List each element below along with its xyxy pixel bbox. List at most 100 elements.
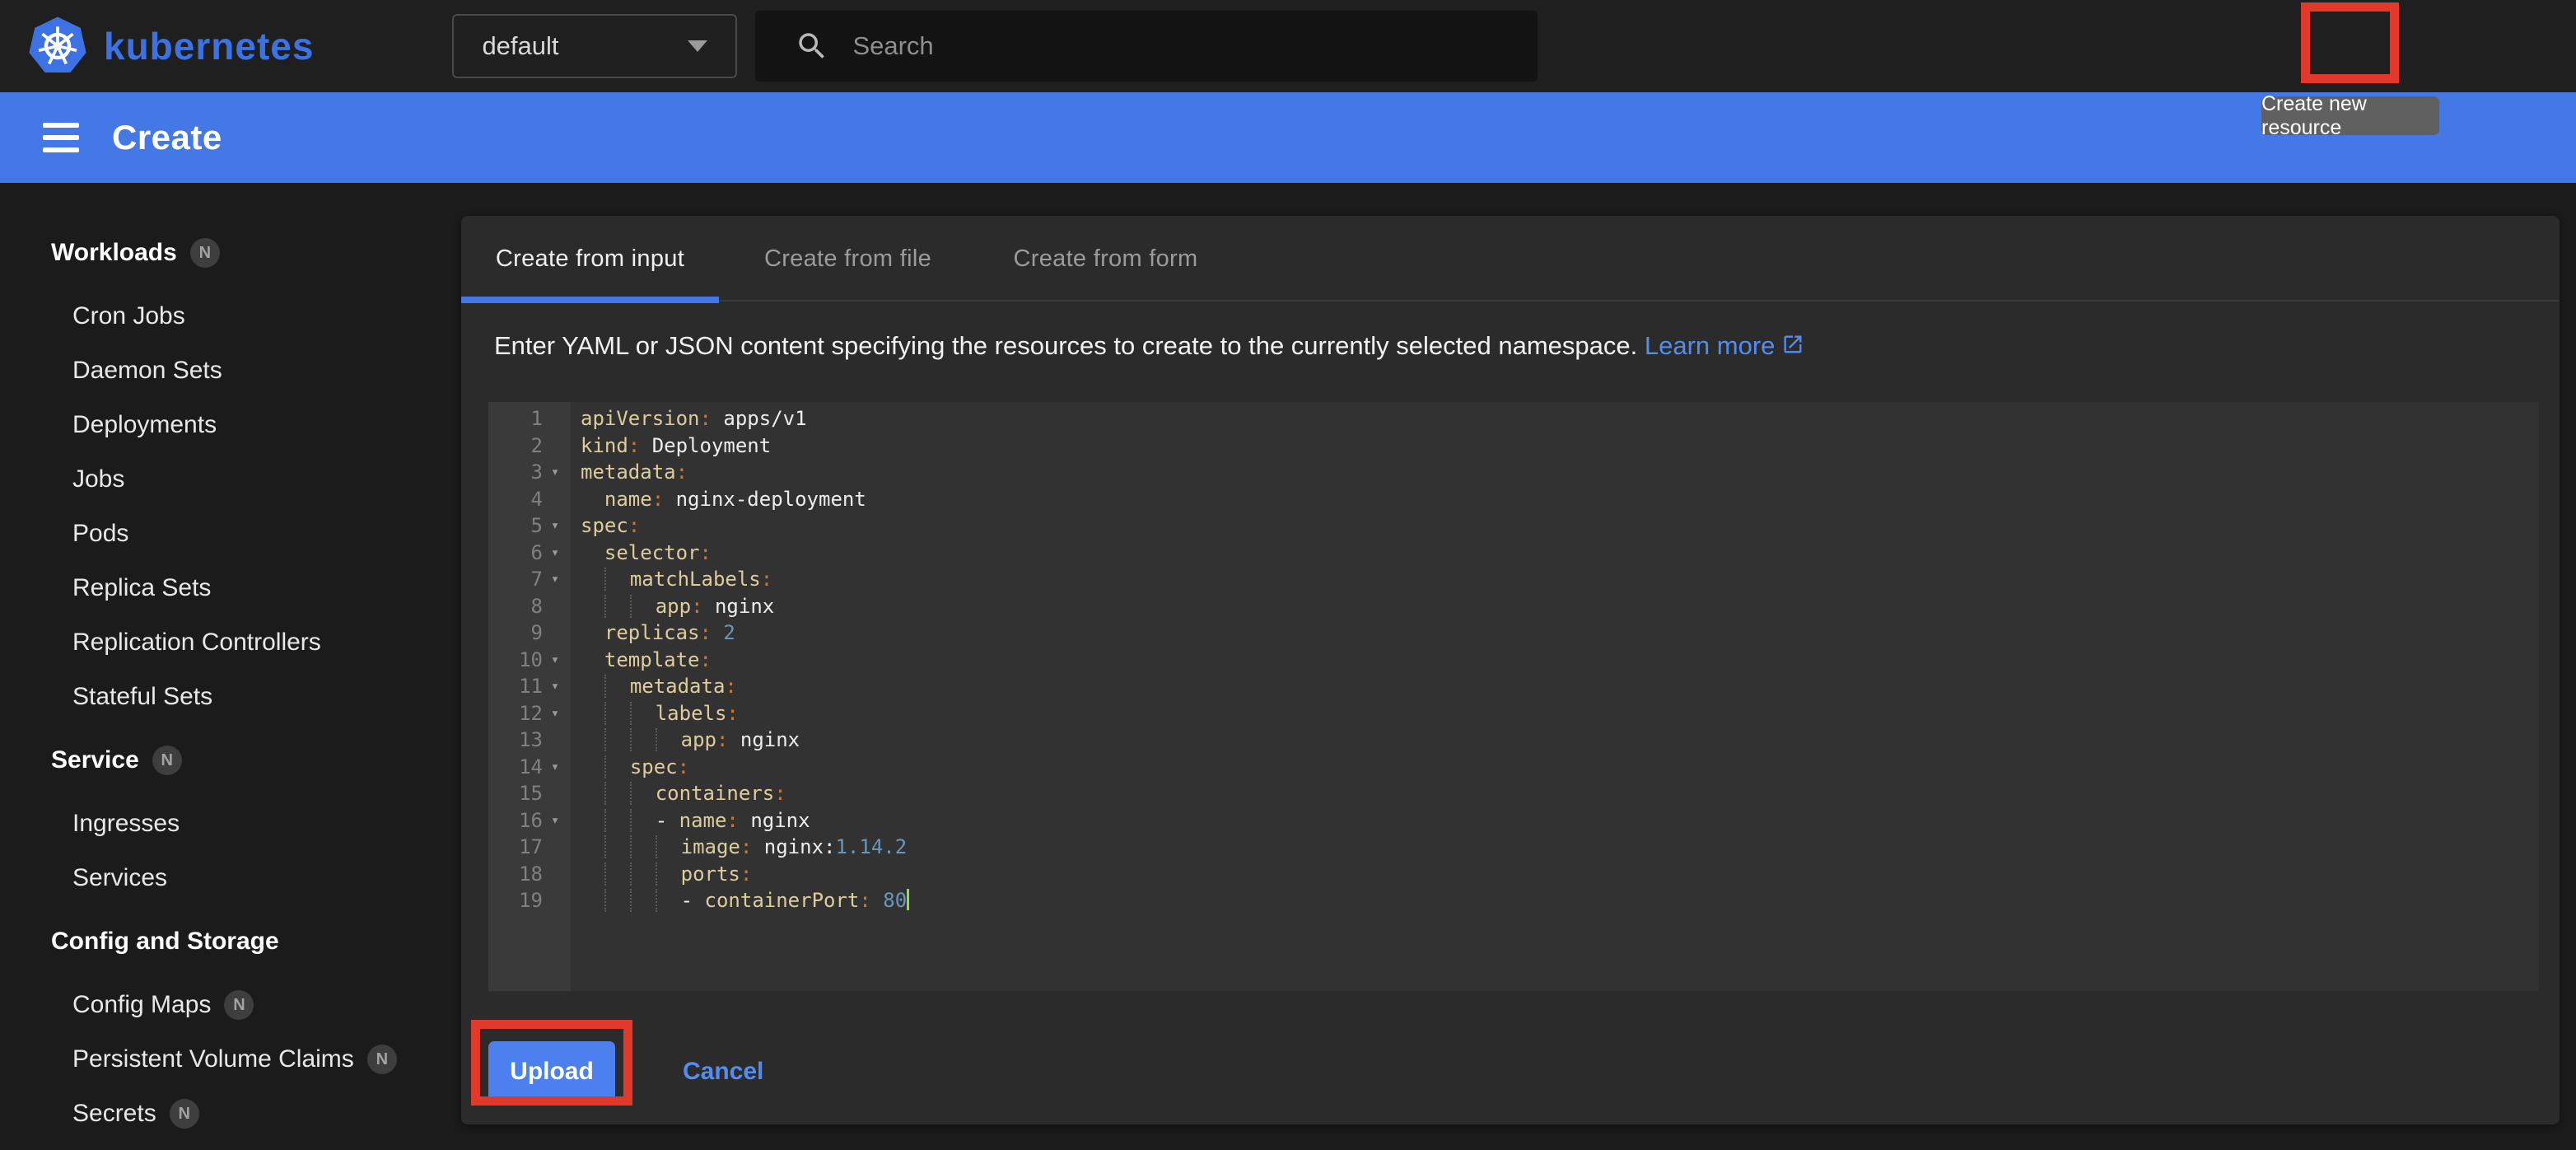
sidebar-item-persistent-volume-claims[interactable]: Persistent Volume ClaimsN [0, 1032, 461, 1087]
description-text: Enter YAML or JSON content specifying th… [494, 331, 1637, 360]
sidebar-item-label: Secrets [72, 1100, 156, 1128]
form-actions: Upload Cancel [488, 1019, 763, 1124]
sidebar-item-daemon-sets[interactable]: Daemon Sets [0, 344, 461, 398]
editor-gutter-line: 13 [488, 727, 571, 754]
sidebar-item-label: Config Maps [72, 991, 211, 1019]
editor-code-line: template: [581, 647, 2539, 674]
sidebar-item-label: Stateful Sets [72, 683, 212, 711]
sidebar-item-replication-controllers[interactable]: Replication Controllers [0, 615, 461, 670]
kubernetes-logo-icon [26, 16, 89, 77]
editor-code-line: metadata: [581, 459, 2539, 486]
hamburger-icon [43, 123, 79, 128]
editor-gutter-line: 1 [488, 405, 571, 432]
tab-bar: Create from inputCreate from fileCreate … [461, 216, 2560, 302]
editor-code-line: selector: [581, 540, 2539, 567]
menu-button[interactable] [43, 123, 79, 152]
sidebar-item-label: Cron Jobs [72, 302, 185, 330]
sidebar-item-pods[interactable]: Pods [0, 507, 461, 561]
fold-arrow-icon: ▾ [543, 705, 567, 722]
sidebar: WorkloadsNCron JobsDaemon SetsDeployment… [0, 183, 461, 1150]
editor-gutter-line: 3▾ [488, 459, 571, 486]
search-icon [795, 29, 829, 63]
sidebar-item-jobs[interactable]: Jobs [0, 452, 461, 507]
namespace-select[interactable]: default [452, 14, 737, 78]
editor-code-line: name: nginx-deployment [581, 486, 2539, 513]
sidebar-item-service[interactable]: Service N [0, 733, 461, 788]
sidebar-item-secrets[interactable]: SecretsN [0, 1087, 461, 1141]
editor-gutter-line: 16▾ [488, 807, 571, 834]
namespace-selected-value: default [482, 31, 558, 61]
sidebar-item-label: Replica Sets [72, 574, 211, 602]
editor-gutter-line: 14▾ [488, 754, 571, 781]
editor-code-line: labels: [581, 700, 2539, 727]
yaml-editor[interactable]: 123▾45▾6▾7▾8910▾11▾12▾1314▾1516▾171819 a… [488, 402, 2539, 991]
tab-create-from-input[interactable]: Create from input [461, 216, 719, 302]
search-bar[interactable] [755, 11, 1538, 82]
editor-gutter-line: 17 [488, 834, 571, 861]
external-link-icon [1781, 333, 1804, 356]
app-bar: Create [0, 92, 2576, 183]
new-badge: N [224, 990, 254, 1020]
fold-arrow-icon: ▾ [543, 678, 567, 694]
editor-gutter-line: 11▾ [488, 673, 571, 700]
fold-arrow-icon: ▾ [543, 652, 567, 668]
fold-arrow-icon: ▾ [543, 464, 567, 480]
new-badge: N [152, 746, 182, 775]
sidebar-item-replica-sets[interactable]: Replica Sets [0, 561, 461, 615]
editor-gutter-line: 4 [488, 486, 571, 513]
sidebar-item-ingresses[interactable]: Ingresses [0, 797, 461, 851]
kubernetes-brand[interactable]: kubernetes [26, 16, 314, 77]
sidebar-item-label: Config and Storage [51, 928, 279, 956]
editor-code-line: app: nginx [581, 727, 2539, 754]
sidebar-item-cron-jobs[interactable]: Cron Jobs [0, 289, 461, 344]
sidebar-item-label: Ingresses [72, 810, 180, 838]
editor-code-line: app: nginx [581, 593, 2539, 620]
editor-code-line: apiVersion: apps/v1 [581, 405, 2539, 432]
sidebar-item-label: Daemon Sets [72, 357, 222, 385]
editor-gutter-line: 15 [488, 780, 571, 807]
kubernetes-dashboard: kubernetes default Create Cre [0, 0, 2576, 1150]
create-description: Enter YAML or JSON content specifying th… [461, 302, 2560, 361]
editor-code-line: metadata: [581, 673, 2539, 700]
fold-arrow-icon: ▾ [543, 517, 567, 534]
tab-create-from-form[interactable]: Create from form [977, 216, 1234, 302]
fold-arrow-icon: ▾ [543, 545, 567, 561]
editor-gutter-line: 7▾ [488, 566, 571, 593]
upload-button[interactable]: Upload [488, 1041, 615, 1102]
fold-arrow-icon: ▾ [543, 571, 567, 587]
sidebar-item-label: Persistent Volume Claims [72, 1045, 354, 1073]
search-input[interactable] [852, 31, 1495, 61]
sidebar-item-services[interactable]: Services [0, 851, 461, 905]
sidebar-item-label: Service [51, 746, 139, 774]
editor-code-area: apiVersion: apps/v1kind: Deploymentmetad… [571, 402, 2539, 991]
editor-gutter-line: 12▾ [488, 700, 571, 727]
page-title: Create [112, 118, 222, 157]
sidebar-item-label: Replication Controllers [72, 629, 321, 657]
editor-code-line: kind: Deployment [581, 432, 2539, 460]
editor-gutter-line: 10▾ [488, 647, 571, 674]
editor-code-line: matchLabels: [581, 566, 2539, 593]
editor-gutter-line: 6▾ [488, 540, 571, 567]
sidebar-item-config-and-storage[interactable]: Config and Storage [0, 914, 461, 969]
sidebar-item-label: Pods [72, 520, 128, 548]
editor-gutter-line: 2 [488, 432, 571, 460]
sidebar-item-workloads[interactable]: WorkloadsN [0, 226, 461, 280]
learn-more-link[interactable]: Learn more [1645, 331, 1805, 360]
sidebar-item-deployments[interactable]: Deployments [0, 398, 461, 452]
sidebar-item-label: Workloads [51, 239, 177, 267]
sidebar-item-label: Services [72, 864, 167, 892]
fold-arrow-icon: ▾ [543, 759, 567, 775]
editor-code-line: ports: [581, 861, 2539, 888]
editor-code-line: - containerPort: 80 [581, 887, 2539, 914]
tab-create-from-file[interactable]: Create from file [719, 216, 977, 302]
sidebar-item-config-maps[interactable]: Config Maps N [0, 978, 461, 1032]
editor-code-line: image: nginx:1.14.2 [581, 834, 2539, 861]
sidebar-item-stateful-sets[interactable]: Stateful Sets [0, 670, 461, 724]
editor-code-line: spec: [581, 512, 2539, 540]
editor-gutter-line: 8 [488, 593, 571, 620]
cancel-button[interactable]: Cancel [683, 1058, 763, 1086]
text-cursor [907, 889, 909, 910]
brand-title: kubernetes [104, 24, 314, 68]
create-card: Create from inputCreate from fileCreate … [461, 216, 2560, 1124]
editor-gutter: 123▾45▾6▾7▾8910▾11▾12▾1314▾1516▾171819 [488, 402, 571, 991]
